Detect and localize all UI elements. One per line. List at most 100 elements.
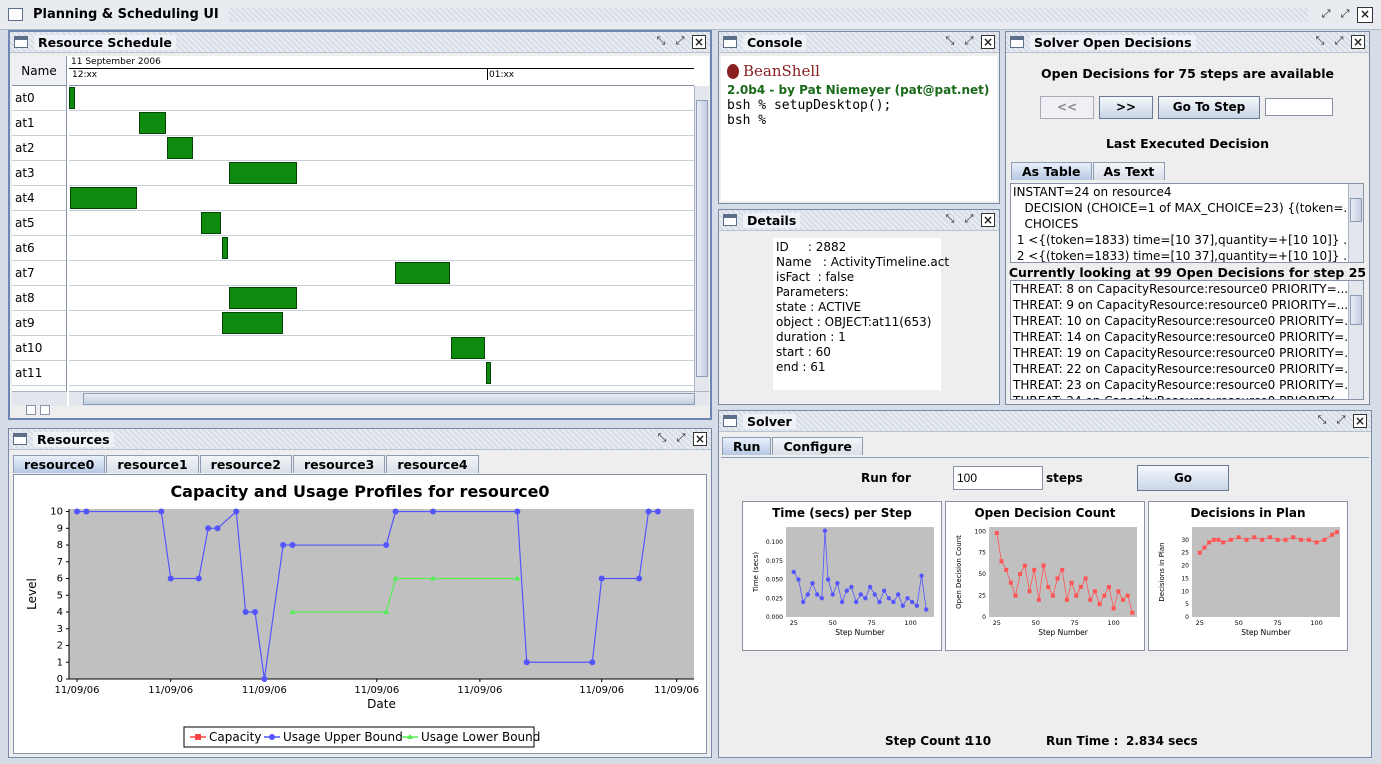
data-point (645, 508, 652, 515)
minimize-icon[interactable]: ⤡ (943, 35, 957, 49)
decision-line[interactable]: DECISION (CHOICE=1 of MAX_CHOICE=23) {(t… (1011, 200, 1347, 216)
minimize-icon[interactable]: ⤡ (1315, 414, 1329, 428)
schedule-row (69, 261, 694, 286)
maximize-icon[interactable]: ⤢ (962, 213, 976, 227)
schedule-row-name: at6 (12, 236, 66, 261)
threats-list[interactable]: THREAT: 8 on CapacityResource:resource0 … (1010, 280, 1364, 400)
minimize-icon[interactable]: ⤡ (1313, 35, 1327, 49)
step-count-label: Step Count : (885, 734, 970, 748)
tab-resource0[interactable]: resource0 (13, 455, 106, 473)
minimize-icon[interactable]: ⤡ (654, 35, 668, 49)
close-icon[interactable]: × (1351, 35, 1365, 49)
close-icon[interactable]: × (693, 432, 707, 446)
decision-scrollbar[interactable] (1348, 184, 1363, 262)
decision-line[interactable]: INSTANT=24 on resource4 (1011, 184, 1347, 200)
prev-step-button[interactable]: << (1040, 96, 1094, 119)
schedule-row (69, 286, 694, 311)
tab-as-table[interactable]: As Table (1011, 162, 1092, 180)
x-tick-label: 11/09/06 (242, 685, 287, 696)
bean-icon (727, 63, 739, 79)
tab-resource1[interactable]: resource1 (106, 455, 199, 473)
tab-run[interactable]: Run (722, 437, 772, 455)
data-point (1069, 580, 1074, 585)
data-point (791, 569, 796, 575)
activity-bar[interactable] (229, 287, 297, 309)
data-point (1275, 537, 1280, 542)
decision-line[interactable]: CHOICES (1011, 216, 1347, 232)
maximize-icon[interactable]: ⤢ (674, 432, 688, 446)
threat-item[interactable]: THREAT: 23 on CapacityResource:resource0… (1011, 377, 1347, 393)
threat-item[interactable]: THREAT: 14 on CapacityResource:resource0… (1011, 329, 1347, 345)
chart-title: Open Decision Count (974, 506, 1115, 520)
close-icon[interactable]: × (1357, 6, 1373, 23)
minimize-icon[interactable]: ⤢ (1319, 7, 1333, 22)
data-point (1202, 545, 1207, 550)
decision-table[interactable]: INSTANT=24 on resource4 DECISION (CHOICE… (1010, 183, 1364, 263)
activity-bar[interactable] (69, 87, 75, 109)
data-point (74, 508, 80, 515)
tab-as-text[interactable]: As Text (1092, 162, 1166, 180)
data-point (839, 599, 845, 605)
activity-bar[interactable] (229, 162, 297, 184)
close-icon[interactable]: × (981, 213, 995, 227)
activity-bar[interactable] (222, 237, 228, 259)
minimize-icon[interactable]: ⤡ (943, 213, 957, 227)
activity-bar[interactable] (451, 337, 485, 359)
schedule-row-name: at8 (12, 286, 66, 311)
next-step-button[interactable]: >> (1099, 96, 1153, 119)
activity-bar[interactable] (70, 187, 137, 209)
legend-label: Usage Upper Bound (283, 730, 403, 744)
window-title: Solver (743, 413, 796, 429)
run-time-label: Run Time : (1046, 734, 1119, 748)
activity-bar[interactable] (139, 112, 166, 134)
tab-resource2[interactable]: resource2 (199, 455, 292, 473)
threat-item[interactable]: THREAT: 24 on CapacityResource:resource0… (1011, 393, 1347, 399)
decision-line[interactable]: 2 <{(token=1833) time=[10 37],quantity=+… (1011, 248, 1347, 262)
data-point (1041, 563, 1046, 568)
step-input[interactable] (1265, 98, 1333, 116)
data-point (822, 528, 828, 533)
maximize-icon[interactable]: ⤢ (673, 35, 687, 49)
activity-bar[interactable] (222, 312, 283, 334)
tab-resource3[interactable]: resource3 (292, 455, 386, 473)
activity-bar[interactable] (167, 137, 193, 159)
minimize-icon[interactable]: ⤡ (655, 432, 669, 446)
schedule-row (69, 236, 694, 261)
threat-item[interactable]: THREAT: 22 on CapacityResource:resource0… (1011, 361, 1347, 377)
close-icon[interactable]: × (981, 35, 995, 49)
console-text[interactable]: BeanShell 2.0b4 - by Pat Niemeyer (pat@p… (721, 56, 997, 201)
y-tick-label: 0.000 (766, 614, 783, 621)
data-point (1211, 537, 1216, 542)
activity-bar[interactable] (395, 262, 450, 284)
tab-resource4[interactable]: resource4 (386, 455, 479, 473)
steps-input[interactable] (953, 466, 1043, 490)
threat-item[interactable]: THREAT: 10 on CapacityResource:resource0… (1011, 313, 1347, 329)
threat-item[interactable]: THREAT: 9 on CapacityResource:resource0 … (1011, 297, 1347, 313)
threats-scrollbar[interactable] (1348, 281, 1363, 399)
go-to-step-button[interactable]: Go To Step (1158, 96, 1260, 119)
threat-item[interactable]: THREAT: 19 on CapacityResource:resource0… (1011, 345, 1347, 361)
data-point (1299, 537, 1304, 542)
decision-line[interactable]: 1 <{(token=1833) time=[10 37],quantity=+… (1011, 232, 1347, 248)
close-icon[interactable]: × (692, 35, 706, 49)
data-point (1060, 567, 1065, 572)
maximize-icon[interactable]: ⤢ (962, 35, 976, 49)
resources-window: Resources ⤡ ⤢ × resource0 resource1 resour… (8, 428, 712, 758)
data-point (994, 531, 999, 535)
activity-bar[interactable] (201, 212, 221, 234)
go-button[interactable]: Go (1137, 465, 1229, 491)
window-icon (1010, 36, 1024, 48)
data-point (523, 659, 530, 666)
maximize-icon[interactable]: ⤢ (1338, 7, 1352, 22)
maximize-icon[interactable]: ⤢ (1332, 35, 1346, 49)
x-tick-label: 11/09/06 (148, 685, 193, 696)
data-point (814, 592, 820, 597)
vertical-scrollbar[interactable] (694, 86, 709, 391)
main-titlebar: Planning & Scheduling UI ⤢ ⤢ × (0, 0, 1381, 30)
threat-item[interactable]: THREAT: 8 on CapacityResource:resource0 … (1011, 281, 1347, 297)
maximize-icon[interactable]: ⤢ (1334, 414, 1348, 428)
activity-bar[interactable] (486, 362, 491, 384)
tab-configure[interactable]: Configure (772, 437, 863, 455)
close-icon[interactable]: × (1353, 414, 1367, 428)
data-point (83, 508, 90, 515)
